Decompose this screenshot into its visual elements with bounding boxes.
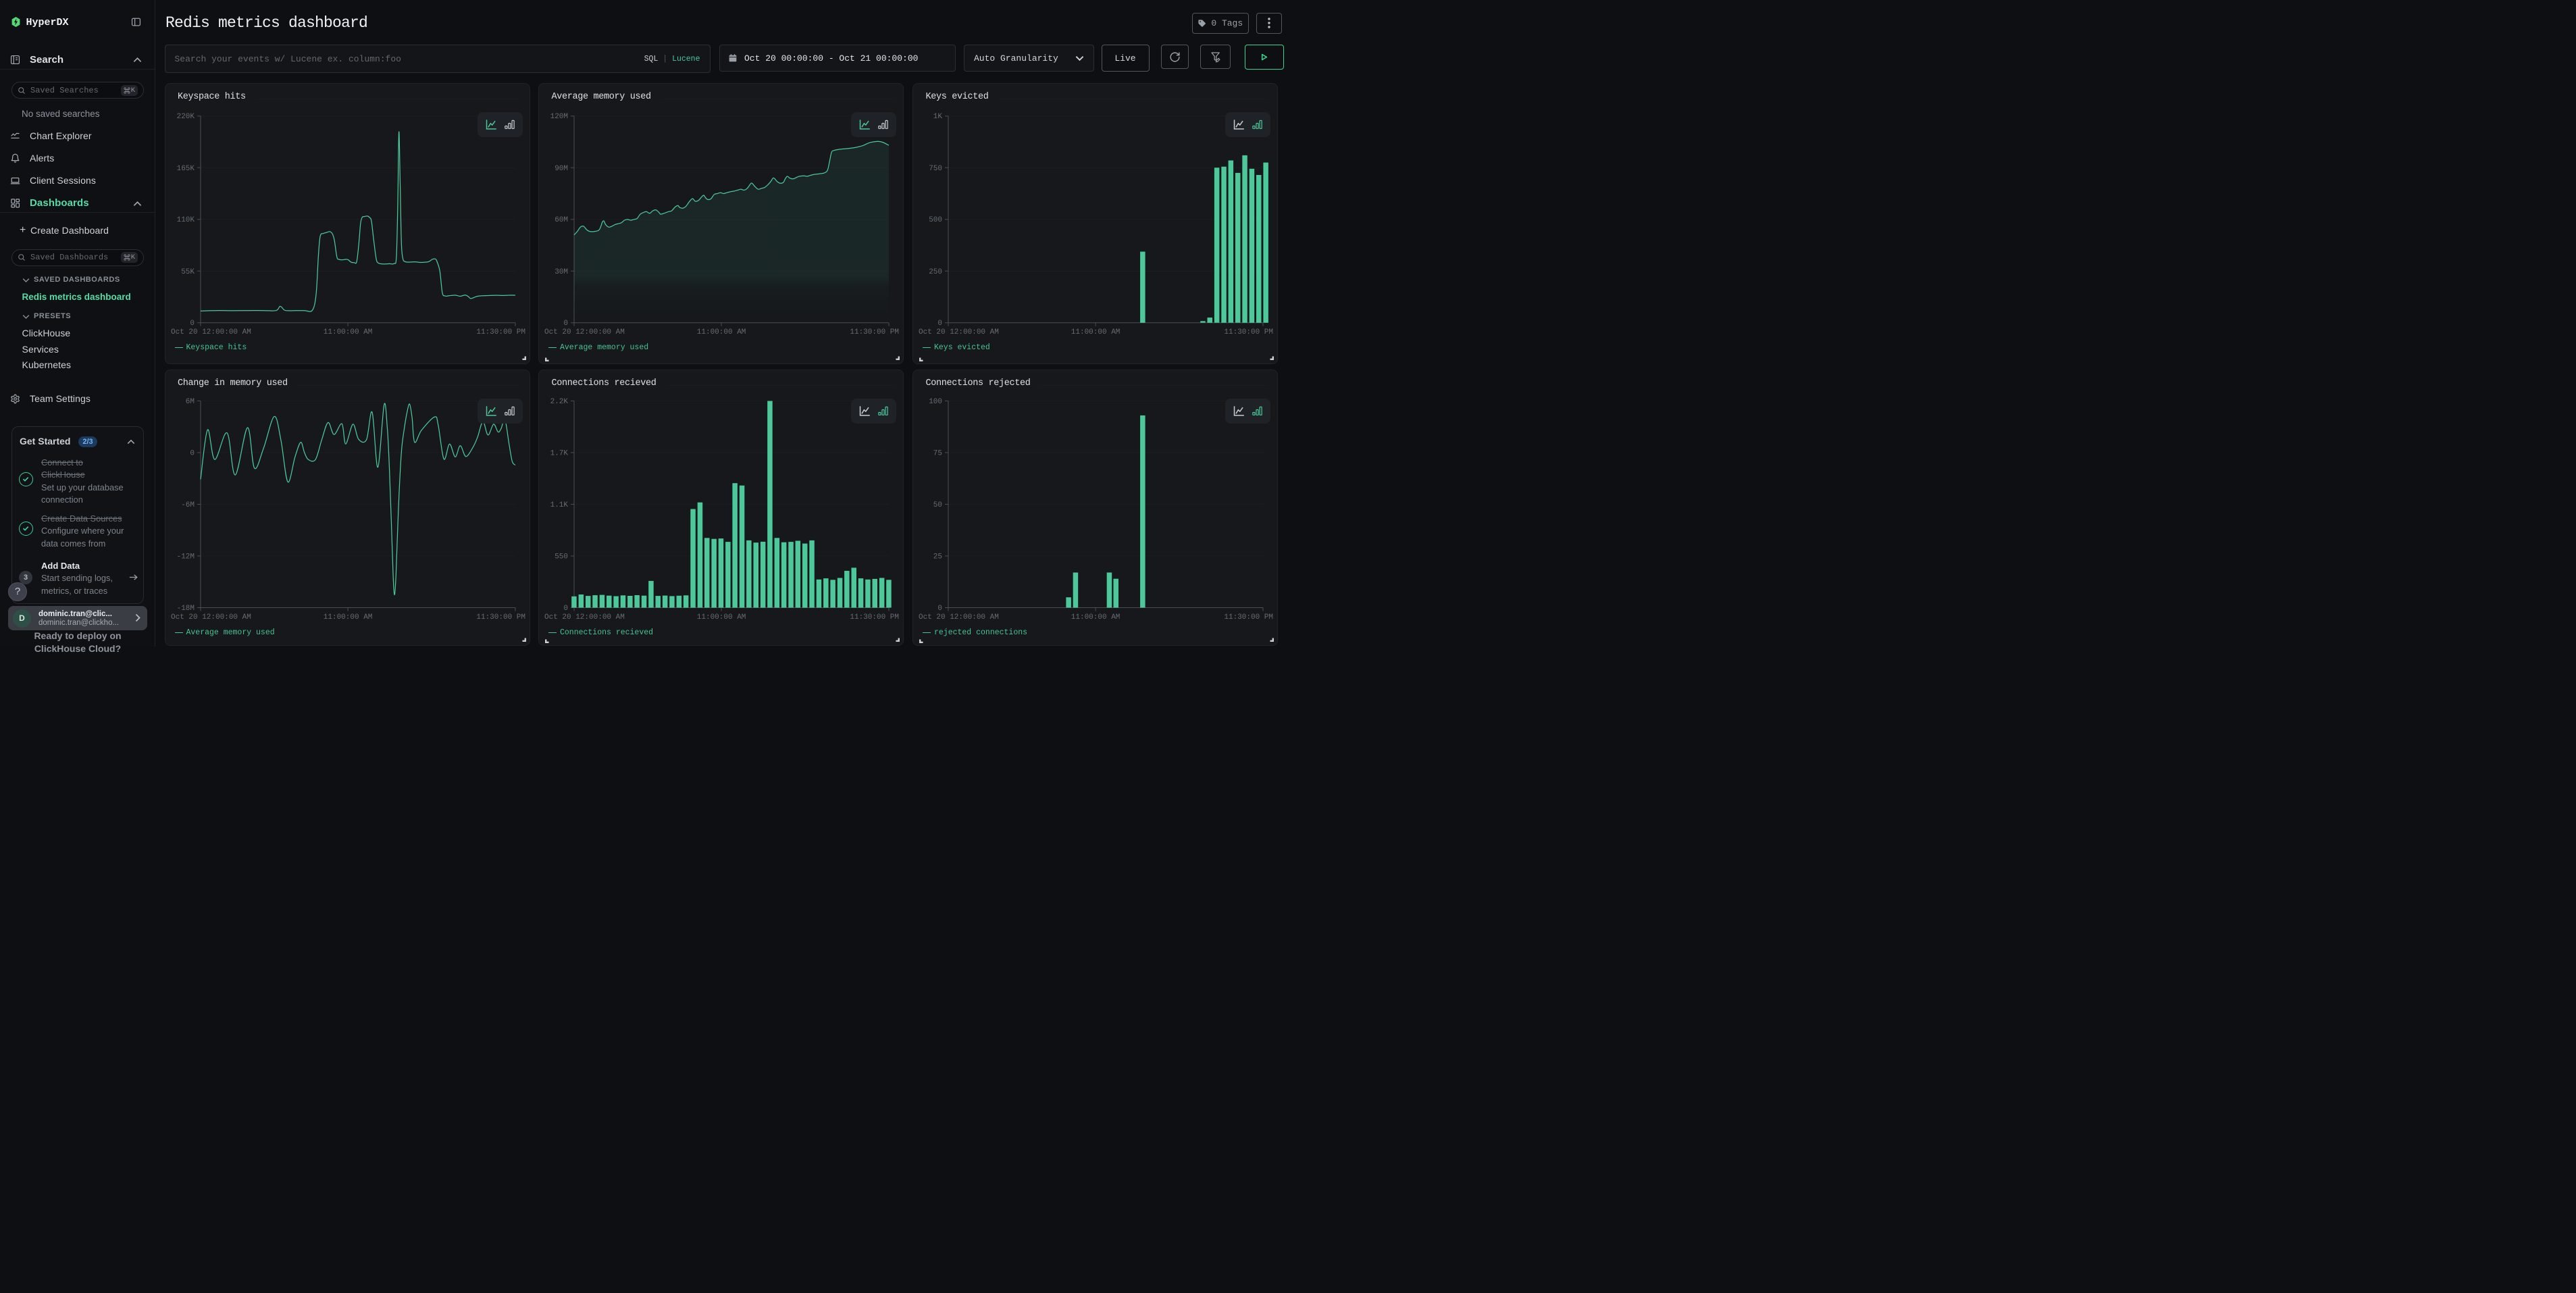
svg-text:Oct 20 12:00:00 AM: Oct 20 12:00:00 AM <box>171 613 251 622</box>
svg-text:11:00:00 AM: 11:00:00 AM <box>697 613 746 622</box>
svg-text:90M: 90M <box>555 165 568 173</box>
svg-text:500: 500 <box>929 216 942 224</box>
svg-text:1K: 1K <box>933 113 943 121</box>
svg-text:60M: 60M <box>555 216 568 224</box>
svg-text:11:00:00 AM: 11:00:00 AM <box>323 328 372 336</box>
svg-text:165K: 165K <box>176 165 195 173</box>
svg-text:11:30:00 PM: 11:30:00 PM <box>1224 328 1273 336</box>
svg-text:-18M: -18M <box>176 605 194 613</box>
svg-text:750: 750 <box>929 165 942 173</box>
svg-text:220K: 220K <box>176 113 195 121</box>
svg-text:Oct 20 12:00:00 AM: Oct 20 12:00:00 AM <box>544 328 625 336</box>
svg-text:-12M: -12M <box>176 553 194 561</box>
svg-text:250: 250 <box>929 268 942 276</box>
svg-text:0: 0 <box>937 605 942 613</box>
svg-text:Oct 20 12:00:00 AM: Oct 20 12:00:00 AM <box>544 613 625 622</box>
svg-text:1.1K: 1.1K <box>550 501 569 509</box>
svg-text:110K: 110K <box>176 216 195 224</box>
svg-text:0: 0 <box>190 320 195 328</box>
svg-text:55K: 55K <box>181 268 195 276</box>
svg-text:11:00:00 AM: 11:00:00 AM <box>1071 613 1120 622</box>
svg-text:30M: 30M <box>555 268 568 276</box>
svg-text:11:30:00 PM: 11:30:00 PM <box>476 613 525 622</box>
svg-text:550: 550 <box>555 553 568 561</box>
svg-text:0: 0 <box>190 449 195 457</box>
svg-text:11:00:00 AM: 11:00:00 AM <box>697 328 746 336</box>
svg-text:0: 0 <box>563 605 568 613</box>
svg-text:120M: 120M <box>550 113 568 121</box>
svg-text:100: 100 <box>929 398 942 406</box>
svg-text:11:30:00 PM: 11:30:00 PM <box>476 328 525 336</box>
svg-text:75: 75 <box>933 449 942 457</box>
svg-text:0: 0 <box>563 320 568 328</box>
svg-text:Oct 20 12:00:00 AM: Oct 20 12:00:00 AM <box>919 613 999 622</box>
svg-text:11:30:00 PM: 11:30:00 PM <box>850 613 899 622</box>
svg-text:1.7K: 1.7K <box>550 449 569 457</box>
svg-text:Oct 20 12:00:00 AM: Oct 20 12:00:00 AM <box>919 328 999 336</box>
svg-text:Oct 20 12:00:00 AM: Oct 20 12:00:00 AM <box>171 328 251 336</box>
svg-text:2.2K: 2.2K <box>550 398 569 406</box>
svg-text:-6M: -6M <box>181 501 195 509</box>
svg-text:6M: 6M <box>185 398 194 406</box>
svg-text:0: 0 <box>937 320 942 328</box>
svg-text:25: 25 <box>933 553 942 561</box>
svg-text:11:00:00 AM: 11:00:00 AM <box>1071 328 1120 336</box>
svg-text:50: 50 <box>933 501 942 509</box>
svg-text:11:30:00 PM: 11:30:00 PM <box>850 328 899 336</box>
svg-text:11:00:00 AM: 11:00:00 AM <box>323 613 372 622</box>
svg-text:11:30:00 PM: 11:30:00 PM <box>1224 613 1273 622</box>
